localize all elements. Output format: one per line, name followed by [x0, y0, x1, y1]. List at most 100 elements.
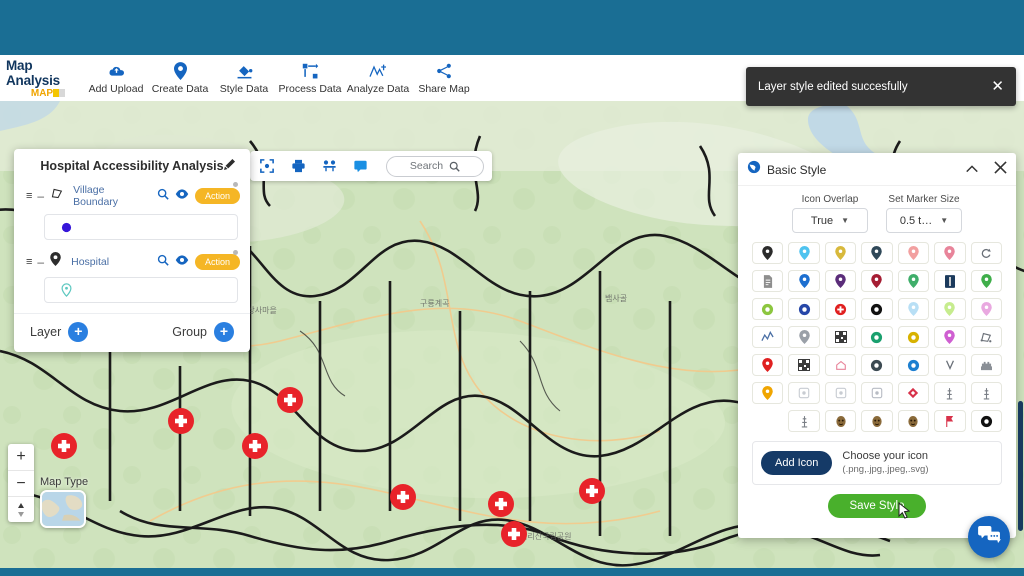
icon-option-tower-5-6[interactable]	[970, 382, 1002, 404]
icon-option-qr-3-2[interactable]	[824, 326, 857, 348]
icon-option-sq-5-1[interactable]	[788, 382, 820, 404]
map-type-switcher[interactable]: Map Type	[40, 476, 88, 528]
layer-name[interactable]: Village Boundary	[73, 184, 151, 208]
icon-option-face-6-2[interactable]	[824, 410, 857, 432]
icon-option-circ-4-3[interactable]	[861, 354, 893, 376]
chat-button[interactable]	[968, 516, 1010, 558]
layer-row-hospital[interactable]: ≡ – Hospital Action	[14, 250, 250, 271]
nav-item-add-upload[interactable]: Add Upload	[84, 61, 148, 95]
zoom-in-button[interactable]: +	[8, 444, 34, 470]
layer-swatch-hospital[interactable]	[44, 277, 238, 303]
drag-handle-icon[interactable]: ≡	[26, 256, 33, 268]
icon-option-pin-0-3[interactable]	[861, 242, 893, 264]
icon-option-circ-3-3[interactable]	[861, 326, 893, 348]
hospital-marker[interactable]	[51, 433, 77, 459]
layer-swatch-village-boundary[interactable]	[44, 214, 238, 240]
visibility-eye-icon[interactable]	[175, 187, 189, 205]
icon-option-pin-0-0[interactable]	[752, 242, 784, 264]
icon-option-line-3-0[interactable]	[752, 326, 784, 348]
compare-icon[interactable]	[320, 157, 338, 175]
icon-option-sq-5-3[interactable]	[861, 382, 893, 404]
hospital-marker[interactable]	[488, 491, 514, 517]
nav-item-style-data[interactable]: Style Data	[212, 61, 276, 95]
icon-option-pin-0-5[interactable]	[934, 242, 966, 264]
drag-handle-icon[interactable]: ≡	[26, 190, 33, 202]
icon-option-pin-2-6[interactable]	[970, 298, 1002, 320]
zoom-to-layer-icon[interactable]	[157, 187, 169, 205]
brand-logo[interactable]: Map Analysis MAP	[0, 58, 84, 99]
collapse-dash-icon[interactable]: –	[37, 189, 44, 203]
close-icon[interactable]: ✕	[991, 79, 1004, 94]
pencil-icon[interactable]	[223, 158, 236, 174]
add-layer-button[interactable]: +	[68, 322, 89, 342]
map-type-thumbnail[interactable]	[40, 490, 86, 528]
nav-item-create-data[interactable]: Create Data	[148, 61, 212, 95]
zoom-out-button[interactable]: −	[8, 470, 34, 496]
compass-icon[interactable]	[8, 496, 34, 522]
layer-row-village-boundary[interactable]: ≡ – Village Boundary Action	[14, 182, 250, 208]
nav-item-share-map[interactable]: Share Map	[412, 61, 476, 95]
icon-option-pin-2-5[interactable]	[934, 298, 966, 320]
icon-option-pin-3-5[interactable]	[934, 326, 966, 348]
icon-option-poly-3-6[interactable]	[970, 326, 1002, 348]
icon-option-circ-2-0[interactable]	[752, 298, 784, 320]
icon-option-home-4-2[interactable]	[824, 354, 857, 376]
icon-option-face-6-4[interactable]	[897, 410, 930, 432]
icon-option-refresh-0-6[interactable]	[970, 242, 1002, 264]
icon-picker-grid[interactable]	[748, 242, 1006, 432]
icon-option-pin-0-4[interactable]	[897, 242, 930, 264]
hospital-marker[interactable]	[501, 521, 527, 547]
icon-option-doc-1-0[interactable]	[752, 270, 784, 292]
icon-option-pin-0-1[interactable]	[788, 242, 820, 264]
icon-option-qr-4-1[interactable]	[788, 354, 820, 376]
collapse-dash-icon[interactable]: –	[37, 255, 44, 269]
icon-option-pin-1-2[interactable]	[824, 270, 857, 292]
layer-action-button[interactable]: Action	[194, 253, 240, 270]
hospital-marker[interactable]	[242, 433, 268, 459]
icon-option-pin-0-2[interactable]	[824, 242, 857, 264]
zoom-to-layer-icon[interactable]	[157, 253, 169, 271]
hospital-marker[interactable]	[277, 387, 303, 413]
map-search-input[interactable]: Search	[386, 155, 484, 177]
icon-option-vee-4-5[interactable]	[934, 354, 966, 376]
visibility-eye-icon[interactable]	[175, 253, 189, 271]
icon-option-pin-3-1[interactable]	[788, 326, 820, 348]
hospital-marker[interactable]	[390, 484, 416, 510]
icon-option-pin-2-4[interactable]	[897, 298, 930, 320]
add-icon-button[interactable]: Add Icon	[761, 450, 833, 475]
icon-option-pin-1-3[interactable]	[861, 270, 893, 292]
hospital-marker[interactable]	[168, 408, 194, 434]
icon-option-pin-1-1[interactable]	[788, 270, 820, 292]
chevron-up-icon[interactable]	[965, 161, 979, 179]
fullscreen-icon[interactable]	[258, 157, 276, 175]
icon-option-fort-4-6[interactable]	[970, 354, 1002, 376]
icon-option-cross-2-2[interactable]	[824, 298, 857, 320]
icon-option-circ-2-1[interactable]	[788, 298, 820, 320]
icon-option-tower-6-1[interactable]	[788, 410, 820, 432]
layer-action-button[interactable]: Action	[194, 188, 240, 204]
icon-option-sq-5-2[interactable]	[824, 382, 857, 404]
add-group-button[interactable]: +	[214, 322, 234, 342]
icon-option-circ-3-4[interactable]	[897, 326, 930, 348]
icon-option-book-1-5[interactable]	[934, 270, 966, 292]
icon-option-circ-6-6[interactable]	[970, 410, 1002, 432]
icon-option-diam-5-4[interactable]	[897, 382, 930, 404]
nav-item-process-data[interactable]: Process Data	[276, 61, 344, 95]
style-panel-scrollbar[interactable]	[1018, 401, 1023, 531]
icon-option-pin-1-4[interactable]	[897, 270, 930, 292]
close-icon[interactable]	[994, 160, 1007, 179]
icon-option-flag-6-5[interactable]	[934, 410, 966, 432]
icon-overlap-select[interactable]: True ▼	[792, 208, 868, 233]
comment-icon[interactable]	[351, 157, 369, 175]
icon-option-face-6-3[interactable]	[861, 410, 893, 432]
hospital-marker[interactable]	[579, 478, 605, 504]
icon-option-pin-4-0[interactable]	[752, 354, 784, 376]
layer-name[interactable]: Hospital	[71, 256, 151, 268]
icon-option-pin-5-0[interactable]	[752, 382, 784, 404]
icon-option-circ-2-3[interactable]	[861, 298, 893, 320]
marker-size-select[interactable]: 0.5 t… ▼	[886, 208, 962, 233]
icon-option-pin-1-6[interactable]	[970, 270, 1002, 292]
save-style-button[interactable]: Save Style	[827, 493, 927, 518]
map-viewport[interactable]: 실상사마을 구룡계곡 뱀사골 지리산국립공원 Gatpa 산내면 백무동	[0, 101, 1024, 568]
icon-option-circ-4-4[interactable]	[897, 354, 930, 376]
